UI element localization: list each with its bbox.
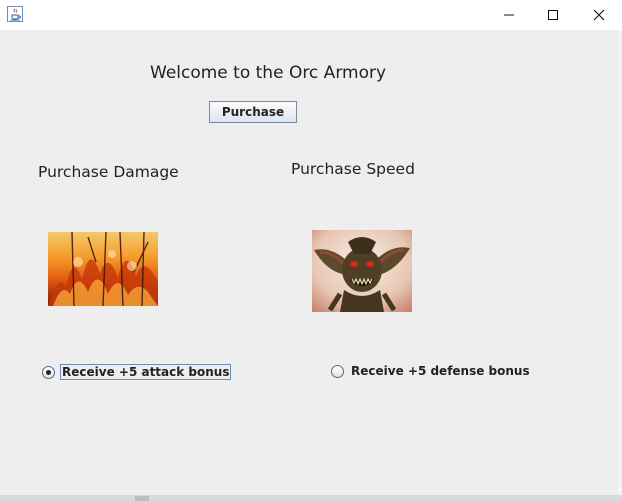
purchase-button[interactable]: Purchase <box>209 101 297 123</box>
defense-bonus-radio[interactable] <box>331 364 344 378</box>
minimize-button[interactable] <box>486 0 532 30</box>
minimize-icon <box>503 6 515 25</box>
main-panel: Welcome to the Orc Armory Purchase Purch… <box>0 30 622 495</box>
maximize-button[interactable] <box>530 0 576 30</box>
scroll-grip <box>135 496 149 501</box>
purchase-damage-label: Purchase Damage <box>38 163 179 181</box>
java-cup-icon <box>7 6 23 22</box>
fire-image <box>48 231 158 307</box>
purchase-speed-label: Purchase Speed <box>291 160 415 178</box>
maximize-icon <box>547 6 559 25</box>
defense-bonus-option[interactable]: Receive +5 defense bonus <box>331 364 532 378</box>
taskbar-edge <box>0 495 622 501</box>
attack-bonus-label: Receive +5 attack bonus <box>60 364 232 380</box>
welcome-heading: Welcome to the Orc Armory <box>150 63 387 83</box>
close-button[interactable] <box>576 0 622 30</box>
attack-bonus-radio[interactable] <box>42 365 55 379</box>
title-bar <box>0 0 622 30</box>
defense-bonus-label: Receive +5 defense bonus <box>351 364 530 378</box>
attack-bonus-option[interactable]: Receive +5 attack bonus <box>42 364 232 380</box>
gremlin-image <box>312 230 412 312</box>
close-icon <box>593 6 605 25</box>
